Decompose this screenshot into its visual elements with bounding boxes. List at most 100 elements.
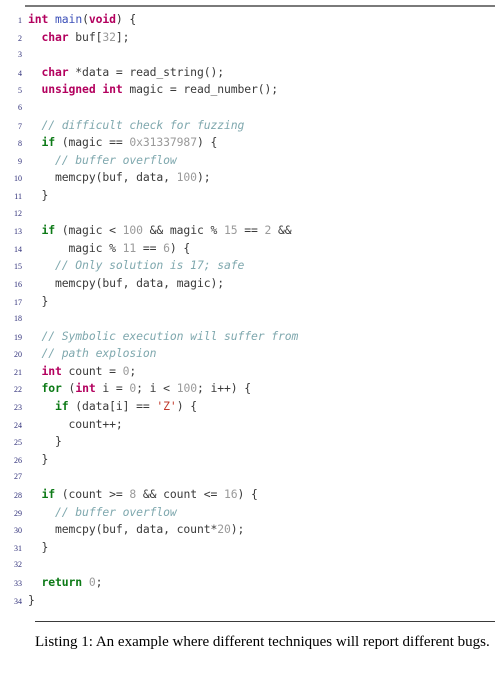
listing-top-rule (25, 5, 495, 7)
code-token: int (75, 381, 96, 396)
listing-caption: Listing 1: An example where different te… (35, 633, 497, 652)
code-line-number: 27 (14, 472, 22, 482)
code-line-text: // difficult check for fuzzing (28, 117, 245, 135)
code-line: 1 int main(void) { (0, 11, 500, 29)
code-line-text: return 0; (28, 574, 103, 592)
code-line: 18 (0, 310, 500, 328)
code-token: i = (95, 381, 130, 396)
code-line-text: char buf[32]; (28, 29, 130, 47)
code-token: // path explosion (41, 346, 157, 361)
code-token: } (28, 293, 49, 308)
code-token: 100 (176, 170, 197, 185)
code-token: ; i++) { (196, 381, 252, 396)
code-token: == (237, 223, 265, 238)
caption-label: Listing 1: (35, 634, 93, 650)
code-line-text: int count = 0; (28, 363, 137, 381)
code-line-number: 31 (14, 543, 22, 553)
code-token: ) { (196, 135, 218, 150)
code-line-number: 8 (18, 139, 22, 149)
code-line-number: 2 (18, 33, 22, 43)
code-token: 'Z' (156, 399, 177, 414)
code-line: 2 char buf[32]; (0, 29, 500, 47)
code-token: 0 (88, 575, 96, 589)
code-line: 23 if (data[i] == 'Z') { (0, 398, 500, 416)
code-line-number: 14 (14, 244, 22, 254)
code-block: 1 int main(void) {2 char buf[32]; 3 4 char … (0, 11, 500, 609)
code-line: 21 int count = 0; (0, 363, 500, 381)
code-line: 30 memcpy(buf, data, count*20); (0, 521, 500, 539)
code-token: 20 (217, 522, 231, 537)
code-line: 22 for (int i = 0; i < 100; i++) { (0, 380, 500, 398)
code-line-text: count++; (28, 416, 123, 434)
code-token: count++; (28, 416, 123, 431)
code-line-number: 9 (18, 156, 22, 166)
code-line-number: 19 (14, 332, 22, 342)
caption-text: An example where different techniques wi… (92, 634, 490, 650)
code-line-text: // path explosion (28, 345, 157, 363)
code-line-number: 10 (14, 174, 22, 184)
code-line-text: } (28, 433, 62, 451)
code-line: 20 // path explosion (0, 345, 500, 363)
code-token: 15 (223, 223, 238, 238)
code-line: 9 // buffer overflow (0, 152, 500, 170)
code-token: (data[i] == (68, 399, 157, 414)
code-line-text: memcpy(buf, data, magic); (28, 275, 224, 293)
code-token: if (41, 223, 56, 238)
code-line: 33 return 0; (0, 574, 500, 592)
code-token: 100 (122, 223, 143, 238)
code-line-text: int main(void) { (28, 11, 136, 29)
code-line: 4 char *data = read_string(); (0, 64, 500, 82)
code-token: ) { (169, 240, 191, 255)
code-line-text: } (28, 539, 49, 557)
code-line: 10 memcpy(buf, data, 100); (0, 169, 500, 187)
code-line-number: 17 (14, 297, 22, 307)
code-line-number: 24 (14, 420, 22, 430)
code-token: char (41, 64, 69, 79)
code-line: 12 (0, 205, 500, 223)
code-token: int (28, 12, 49, 26)
code-token: 100 (176, 381, 197, 396)
code-line: 3 (0, 46, 500, 64)
code-token: ; (129, 363, 137, 378)
code-token: && magic % (142, 223, 224, 238)
code-line-number: 29 (14, 508, 22, 518)
code-line-text: } (28, 293, 49, 311)
code-token: ( (82, 12, 89, 26)
code-line-text: // buffer overflow (28, 504, 177, 522)
code-line-number: 33 (14, 579, 22, 588)
code-line-text: memcpy(buf, data, count*20); (28, 521, 244, 539)
code-token: // buffer overflow (55, 504, 177, 519)
code-line: 28 if (count >= 8 && count <= 16) { (0, 486, 500, 504)
code-token: ; (95, 575, 103, 589)
code-line-text: } (28, 451, 49, 469)
code-line-number: 6 (18, 102, 22, 112)
code-line-number: 25 (14, 438, 22, 448)
code-token: magic % (28, 240, 123, 255)
code-token: memcpy(buf, data, magic); (28, 275, 224, 290)
code-line-text: magic % 11 == 6) { (28, 240, 191, 258)
code-line-number: 30 (14, 526, 22, 536)
code-token: buf[ (68, 29, 103, 44)
code-line: 32 (0, 556, 500, 574)
code-line-number: 26 (14, 455, 22, 465)
code-token: } (28, 187, 49, 202)
code-token: // Symbolic execution will suffer from (41, 328, 299, 343)
code-line-number: 32 (14, 560, 22, 570)
code-line: 11 } (0, 187, 500, 205)
code-line: 24 count++; (0, 416, 500, 434)
code-line-number: 12 (14, 208, 22, 218)
code-line: 16 memcpy(buf, data, magic); (0, 275, 500, 293)
code-token: ); (230, 522, 245, 537)
code-line: 17 } (0, 293, 500, 311)
